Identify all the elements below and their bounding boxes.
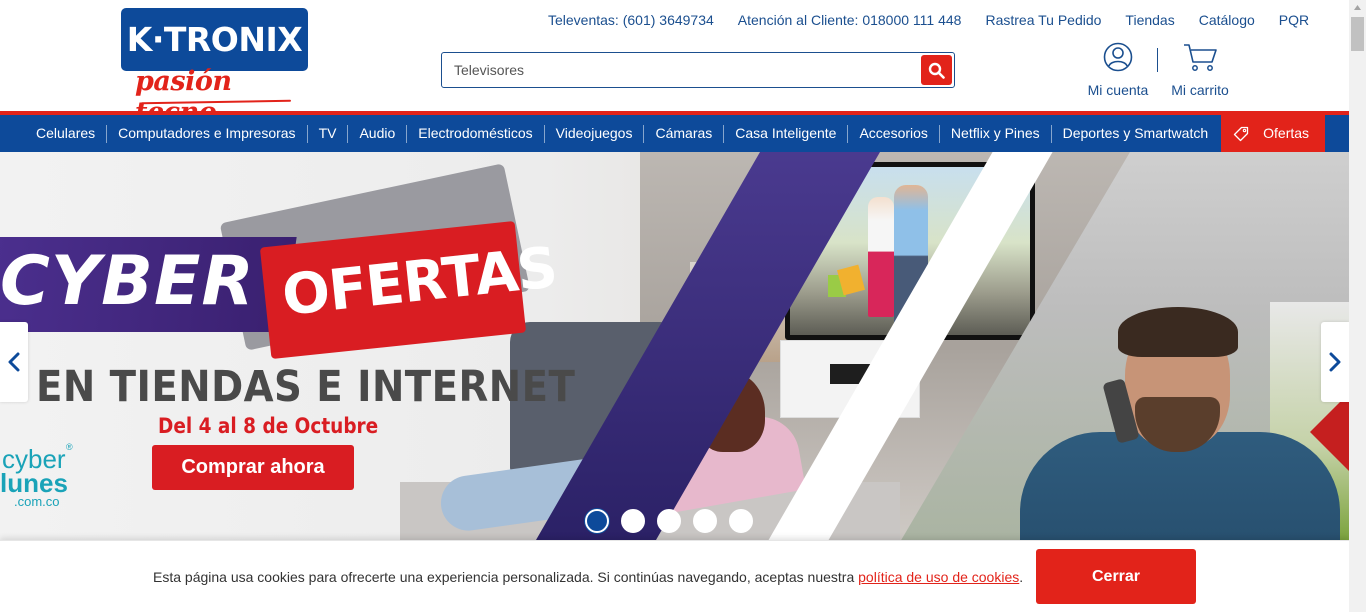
carousel-next-button[interactable] <box>1321 322 1349 402</box>
carousel-dot-4[interactable] <box>693 509 717 533</box>
cyberlunes-line3: .com.co <box>14 494 60 509</box>
cyberlunes-logo: ® cyber lunes .com.co <box>0 442 80 512</box>
header-divider <box>1157 48 1158 72</box>
ad-date: Del 4 al 8 de Octubre <box>158 414 379 438</box>
top-link-catalogo[interactable]: Catálogo <box>1199 12 1255 30</box>
account-label: Mi cuenta <box>1087 82 1149 98</box>
carousel-dot-5[interactable] <box>729 509 753 533</box>
chevron-left-icon <box>8 352 20 372</box>
tv-woman-figure <box>868 197 894 317</box>
search-icon <box>928 62 945 79</box>
search-button[interactable] <box>921 55 952 85</box>
nav-item-audio[interactable]: Audio <box>348 115 406 152</box>
nav-item-accesorios[interactable]: Accesorios <box>848 115 938 152</box>
carousel-dot-3[interactable] <box>657 509 681 533</box>
nav-item-celulares[interactable]: Celulares <box>25 115 106 152</box>
logo-text: K·TRONIX <box>126 20 303 59</box>
top-link-tiendas[interactable]: Tiendas <box>1125 12 1174 30</box>
cart-link[interactable]: Mi carrito <box>1168 42 1232 98</box>
nav-item-videojuegos[interactable]: Videojuegos <box>545 115 644 152</box>
cookie-close-button[interactable]: Cerrar <box>1036 549 1196 604</box>
nav-item-camaras[interactable]: Cámaras <box>644 115 723 152</box>
man-hair <box>1118 307 1238 357</box>
carousel-dot-1[interactable] <box>585 509 609 533</box>
chevron-right-icon <box>1329 352 1341 372</box>
cookie-suffix: . <box>1019 569 1024 585</box>
cookie-policy-link[interactable]: política de uso de cookies <box>858 569 1019 585</box>
search-input[interactable] <box>454 59 914 81</box>
nav-item-ofertas[interactable]: Ofertas <box>1221 115 1326 152</box>
nav-item-netflix-pines[interactable]: Netflix y Pines <box>940 115 1051 152</box>
cookie-banner: Esta página usa cookies para ofrecerte u… <box>0 540 1349 612</box>
top-link-atencion-cliente[interactable]: Atención al Cliente: 018000 111 448 <box>738 12 962 30</box>
main-nav: Celulares Computadores e Impresoras TV A… <box>0 115 1349 152</box>
top-links: Televentas: (601) 3649734 Atención al Cl… <box>548 12 1309 30</box>
user-icon <box>1103 42 1133 72</box>
cookie-text: Esta página usa cookies para ofrecerte u… <box>153 569 855 585</box>
nav-item-deportes-smartwatch[interactable]: Deportes y Smartwatch <box>1052 115 1220 152</box>
ktronix-logo[interactable]: K·TRONIX pasión tecno <box>121 8 309 128</box>
page-scrollbar[interactable] <box>1349 0 1366 612</box>
tag-icon <box>1233 126 1249 141</box>
top-link-rastrea-pedido[interactable]: Rastrea Tu Pedido <box>985 12 1101 30</box>
top-link-pqr[interactable]: PQR <box>1279 12 1309 30</box>
comprar-ahora-button[interactable]: Comprar ahora <box>152 445 354 490</box>
carousel-dot-2[interactable] <box>621 509 645 533</box>
nav-ofertas-label: Ofertas <box>1263 125 1310 141</box>
scrollbar-thumb[interactable] <box>1351 17 1364 51</box>
nav-item-tv[interactable]: TV <box>308 115 348 152</box>
nav-item-electrodomesticos[interactable]: Electrodomésticos <box>407 115 543 152</box>
scroll-up-arrow-icon[interactable] <box>1349 0 1366 17</box>
cart-icon <box>1184 44 1217 71</box>
cart-label: Mi carrito <box>1171 82 1229 98</box>
carousel-prev-button[interactable] <box>0 322 28 402</box>
top-link-televentas[interactable]: Televentas: (601) 3649734 <box>548 12 714 30</box>
cyberlunes-registered: ® <box>66 442 73 452</box>
carousel-dots <box>585 509 765 533</box>
account-link[interactable]: Mi cuenta <box>1084 42 1152 98</box>
ad-headline-cyber: CYBER <box>0 242 255 321</box>
page: K·TRONIX pasión tecno Televentas: (601) … <box>0 0 1366 612</box>
ad-subheadline: EN TIENDAS E INTERNET <box>36 362 576 412</box>
cookie-message: Esta página usa cookies para ofrecerte u… <box>153 569 1023 585</box>
hero-banner[interactable]: CYBER OFERTAS EN TIENDAS E INTERNET Del … <box>0 152 1349 542</box>
nav-item-casa-inteligente[interactable]: Casa Inteligente <box>724 115 847 152</box>
site-header: K·TRONIX pasión tecno Televentas: (601) … <box>0 0 1349 128</box>
nav-item-computadores[interactable]: Computadores e Impresoras <box>107 115 306 152</box>
search-box <box>441 52 955 88</box>
